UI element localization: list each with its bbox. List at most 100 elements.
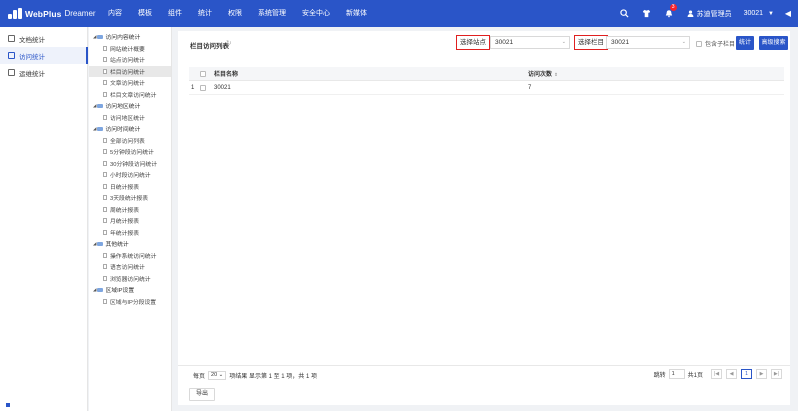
tree-item[interactable]: 全部访问列表: [89, 135, 171, 147]
page-size-select[interactable]: 20 ⌄: [208, 371, 227, 380]
include-subcolumns-label: 包含子栏目: [705, 42, 736, 48]
next-page-icon[interactable]: ▶: [756, 369, 767, 379]
sidebar-item-document-stats[interactable]: 文档统计: [0, 30, 87, 47]
tree-node-label: 操作系统访问统计: [110, 253, 157, 260]
file-icon: [103, 275, 107, 281]
bell-icon[interactable]: 3: [661, 0, 677, 27]
file-icon: [103, 137, 107, 143]
file-icon: [103, 206, 107, 212]
tree-item[interactable]: 文章访问统计: [89, 77, 171, 89]
tree-item[interactable]: 小时段访问统计: [89, 169, 171, 181]
stat-button[interactable]: 统计: [736, 36, 754, 50]
file-icon: [103, 45, 107, 51]
expand-icon: ◢: [93, 286, 97, 292]
jump-page-input[interactable]: 1: [668, 369, 685, 379]
visit-count-header[interactable]: 访问次数 ⇕: [528, 69, 648, 78]
tree-item[interactable]: 网站统计概要: [89, 43, 171, 55]
tree-item[interactable]: 月统计报表: [89, 215, 171, 227]
export-button[interactable]: 导出: [189, 388, 216, 401]
tree-item[interactable]: 站点访问统计: [89, 54, 171, 66]
tree-group-visit-region[interactable]: ◢ 访问地区统计: [89, 100, 171, 112]
nav-new-media[interactable]: 新媒体: [338, 0, 375, 27]
tree-node-label: 访问地区统计: [105, 104, 141, 111]
refresh-icon[interactable]: ↻: [226, 39, 231, 47]
sidebar-item-label: 文档统计: [19, 36, 45, 44]
nav-content[interactable]: 内容: [100, 0, 130, 27]
tree-item[interactable]: 周统计报表: [89, 204, 171, 216]
tree-item[interactable]: 栏目文章访问统计: [89, 89, 171, 101]
tree-item[interactable]: 语言访问统计: [89, 261, 171, 273]
prev-page-icon[interactable]: ◀: [726, 369, 737, 379]
tree-node-label: 站点访问统计: [110, 58, 145, 65]
page-number-button[interactable]: 1: [741, 369, 752, 379]
tree-item[interactable]: 3天段统计报表: [89, 192, 171, 204]
tree-item[interactable]: 区域与IP分段设置: [89, 296, 171, 308]
tree-node-label: 文章访问统计: [110, 81, 145, 88]
nav-template[interactable]: 模板: [130, 0, 160, 27]
user-menu[interactable]: 苏迪管理员: [687, 9, 732, 19]
folder-icon: [97, 126, 104, 131]
tshirt-icon[interactable]: [639, 0, 655, 27]
tree-item[interactable]: 30分钟段访问统计: [89, 158, 171, 170]
row-checkbox[interactable]: [200, 84, 206, 91]
user-icon: [687, 10, 694, 17]
tree-item-selected[interactable]: 栏目访问统计: [89, 65, 171, 77]
file-icon: [103, 68, 107, 74]
sort-icon[interactable]: ⇕: [554, 72, 558, 77]
site-select-value: 30021: [495, 39, 514, 46]
tree-item[interactable]: 操作系统访问统计: [89, 250, 171, 262]
last-page-icon[interactable]: ▶|: [771, 369, 782, 379]
table-row[interactable]: 1 30021 7: [189, 81, 784, 95]
table-header: 栏目名称 访问次数 ⇕: [189, 67, 784, 81]
tree-group-other[interactable]: ◢ 其他统计: [89, 238, 171, 250]
sidebar-item-label: 访问统计: [19, 53, 45, 61]
select-site-label: 选择站点: [456, 35, 490, 50]
row-index: 1: [191, 84, 195, 91]
include-subcolumns-checkbox[interactable]: [696, 40, 702, 47]
tree-item[interactable]: 浏览器访问统计: [89, 273, 171, 285]
site-select[interactable]: 30021 ⌄: [490, 36, 570, 49]
sidebar-item-visit-stats[interactable]: 访问统计: [0, 47, 88, 64]
file-icon: [103, 183, 107, 189]
include-subcolumns[interactable]: 包含子栏目: [696, 39, 735, 48]
column-select[interactable]: 30021 ⌄: [606, 36, 690, 49]
page-size-control: 每页 20 ⌄ 项结果 显示第 1 至 1 项，共 1 项: [193, 371, 317, 380]
tree-item[interactable]: 5分钟段访问统计: [89, 146, 171, 158]
expand-icon: ◢: [93, 125, 97, 131]
tree-item[interactable]: 日统计报表: [89, 181, 171, 193]
tree-item[interactable]: 年统计报表: [89, 227, 171, 239]
nav-permission[interactable]: 权限: [220, 0, 250, 27]
expand-icon: ◢: [93, 33, 97, 39]
expand-icon: ◢: [93, 240, 97, 246]
nav-statistics[interactable]: 统计: [190, 0, 220, 27]
row-visit-count: 7: [528, 84, 532, 91]
file-icon: [103, 229, 107, 235]
folder-icon: [97, 34, 104, 39]
tree-item[interactable]: 访问地区统计: [89, 112, 171, 124]
first-page-icon[interactable]: |◀: [711, 369, 722, 379]
column-name-header[interactable]: 栏目名称: [214, 69, 528, 78]
file-icon: [103, 264, 107, 270]
sidebar-footer-marker: [6, 403, 10, 407]
tree-node-label: 5分钟段访问统计: [110, 150, 154, 157]
pager-summary: 项结果 显示第 1 至 1 项，共 1 项: [229, 374, 317, 380]
nav-system[interactable]: 系统管理: [250, 0, 294, 27]
collapse-icon[interactable]: ◀: [778, 0, 798, 27]
tree-node-label: 访问内容统计: [105, 35, 141, 42]
select-all-cell: [200, 70, 214, 77]
sidebar-item-label: 运维统计: [19, 70, 45, 78]
nav-component[interactable]: 组件: [160, 0, 190, 27]
monitor-icon: [8, 52, 15, 59]
tree-group-visit-time[interactable]: ◢ 访问时间统计: [89, 123, 171, 135]
sidebar-item-ops-stats[interactable]: 运维统计: [0, 64, 87, 81]
brand-logo[interactable]: WebPlus Dreamer: [0, 7, 96, 20]
select-all-checkbox[interactable]: [200, 70, 206, 77]
site-switcher[interactable]: 30021 ▼: [744, 10, 774, 17]
advanced-search-button[interactable]: 高级搜索: [759, 36, 788, 50]
visit-count-header-label: 访问次数: [528, 72, 553, 78]
tree-group-region-ip[interactable]: ◢ 区域IP设置: [89, 284, 171, 296]
notification-badge: 3: [669, 4, 677, 11]
nav-security[interactable]: 安全中心: [294, 0, 338, 27]
tree-group-visit-content[interactable]: ◢ 访问内容统计: [89, 31, 171, 43]
search-icon[interactable]: [617, 0, 633, 27]
